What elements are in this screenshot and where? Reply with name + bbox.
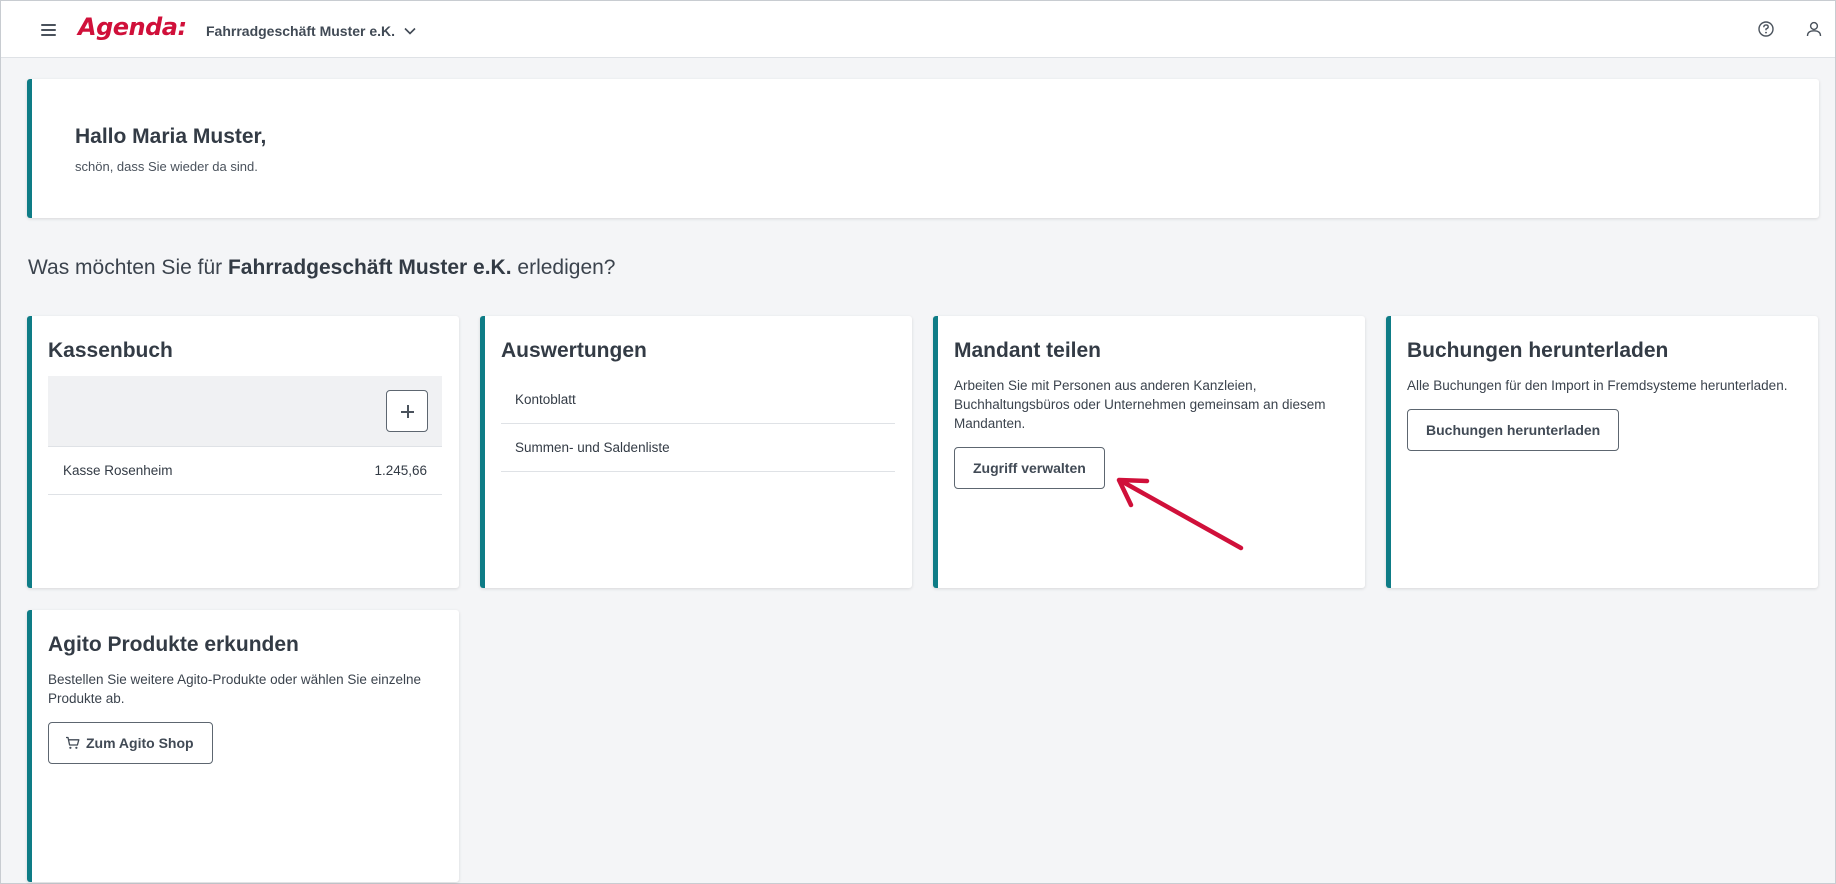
card-buchungen-herunterladen: Buchungen herunterladen Alle Buchungen f… (1386, 316, 1818, 588)
card-title: Mandant teilen (954, 339, 1102, 362)
card-description: Arbeiten Sie mit Personen aus anderen Ka… (954, 378, 1326, 431)
card-kassenbuch: Kassenbuch Kasse Rosenheim 1.245,66 (27, 316, 459, 588)
card-title: Kassenbuch (48, 339, 173, 362)
card-description: Bestellen Sie weitere Agito-Produkte ode… (48, 672, 421, 706)
company-name: Fahrradgeschäft Muster e.K. (206, 23, 396, 39)
card-agito-produkte: Agito Produkte erkunden Bestellen Sie we… (27, 610, 459, 882)
agenda-logo[interactable]: Agenda: (78, 13, 187, 41)
user-icon[interactable] (1803, 18, 1825, 40)
buchungen-herunterladen-button[interactable]: Buchungen herunterladen (1407, 409, 1620, 451)
chevron-down-icon (404, 27, 416, 35)
zugriff-verwalten-button[interactable]: Zugriff verwalten (954, 447, 1105, 489)
top-bar: Agenda: Fahrradgeschäft Muster e.K. (1, 1, 1835, 58)
report-item-summen-saldenliste[interactable]: Summen- und Saldenliste (501, 424, 895, 472)
question-suffix: erledigen? (517, 256, 616, 279)
card-title: Auswertungen (501, 339, 647, 362)
report-label: Kontoblatt (515, 392, 576, 407)
card-auswertungen: Auswertungen Kontoblatt Summen- und Sald… (480, 316, 912, 588)
section-question: Was möchten Sie für Fahrradgeschäft Must… (28, 256, 616, 280)
card-title: Buchungen herunterladen (1407, 339, 1669, 362)
agito-shop-button[interactable]: Zum Agito Shop (48, 722, 213, 764)
help-icon[interactable] (1755, 18, 1777, 40)
kasse-row[interactable]: Kasse Rosenheim 1.245,66 (48, 447, 442, 495)
kasse-name: Kasse Rosenheim (63, 463, 173, 478)
agito-shop-label: Zum Agito Shop (86, 735, 194, 751)
greeting-card: Hallo Maria Muster, schön, dass Sie wied… (27, 79, 1819, 218)
kasse-amount: 1.245,66 (374, 463, 427, 478)
question-prefix: Was möchten Sie für (28, 256, 223, 279)
question-company: Fahrradgeschäft Muster e.K. (227, 256, 512, 279)
company-selector[interactable]: Fahrradgeschäft Muster e.K. (206, 21, 417, 41)
annotation-arrow-icon (1116, 477, 1244, 551)
card-description: Alle Buchungen für den Import in Fremdsy… (1407, 378, 1788, 393)
greeting-title: Hallo Maria Muster, (75, 125, 267, 148)
kassenbuch-toolbar (48, 376, 442, 447)
add-kasse-button[interactable] (386, 390, 428, 432)
greeting-subtitle: schön, dass Sie wieder da sind. (75, 159, 258, 174)
report-label: Summen- und Saldenliste (515, 440, 670, 455)
cart-icon (66, 736, 80, 749)
card-title: Agito Produkte erkunden (48, 633, 299, 656)
report-item-kontoblatt[interactable]: Kontoblatt (501, 376, 895, 424)
menu-icon[interactable] (37, 19, 61, 41)
